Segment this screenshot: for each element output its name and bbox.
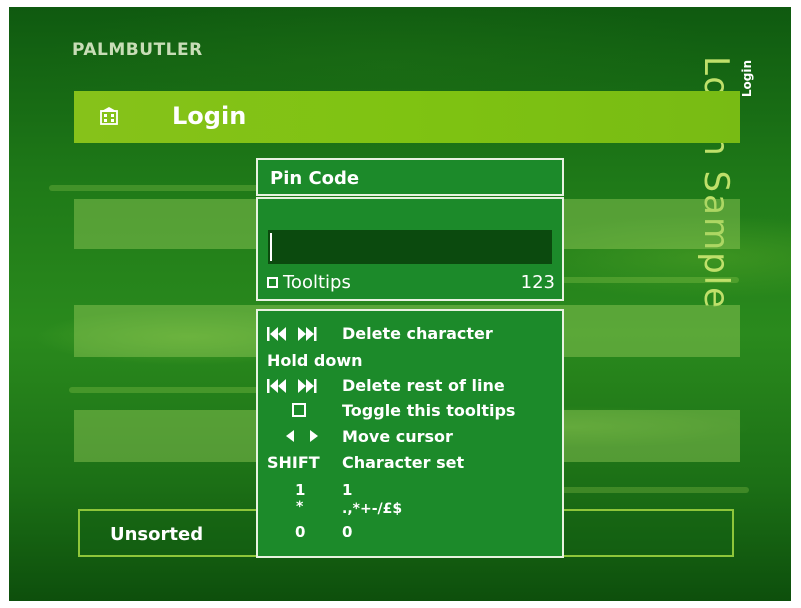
help-text-delete-character: Delete character: [342, 324, 493, 343]
help-text-toggle-tooltips: Toggle this tooltips: [342, 401, 516, 420]
help-text-character-set: Character set: [342, 453, 465, 472]
help-text-hold-down: Hold down: [267, 351, 363, 370]
text-cursor: [270, 233, 272, 261]
help-charset-0: 0: [342, 523, 353, 541]
skip-back-forward-icon: [267, 379, 317, 393]
pin-input-panel: Tooltips 123: [256, 197, 564, 301]
tooltips-help-panel: Delete character Hold down Delete rest o…: [256, 309, 564, 558]
help-key-1: 1: [295, 481, 306, 499]
tooltips-checkbox[interactable]: [267, 277, 278, 288]
help-key-0: 0: [295, 523, 306, 541]
help-text-delete-rest-of-line: Delete rest of line: [342, 376, 505, 395]
left-right-arrow-icon: [286, 430, 318, 442]
section-label-vertical: Login: [740, 60, 754, 98]
skip-back-forward-icon: [267, 327, 317, 341]
building-icon: [100, 107, 118, 125]
login-menu-label: Login: [172, 102, 247, 130]
square-button-icon: [292, 403, 306, 417]
pin-code-input[interactable]: [268, 230, 552, 264]
help-charset-1: 1: [342, 481, 353, 499]
help-charset-symbols: .,*+-/£$: [342, 501, 403, 517]
help-key-star: *: [296, 499, 304, 515]
help-text-move-cursor: Move cursor: [342, 427, 453, 446]
tooltips-toggle-row[interactable]: Tooltips 123: [267, 272, 555, 298]
login-menu-item[interactable]: Login: [74, 91, 740, 143]
charset-indicator: 123: [520, 272, 555, 293]
unsorted-label: Unsorted: [110, 524, 204, 545]
help-key-shift: SHIFT: [267, 453, 320, 472]
brand-logo: PALMBUTLER: [72, 40, 203, 60]
tooltips-label: Tooltips: [283, 272, 351, 293]
dialog-title: Pin Code: [256, 158, 564, 196]
